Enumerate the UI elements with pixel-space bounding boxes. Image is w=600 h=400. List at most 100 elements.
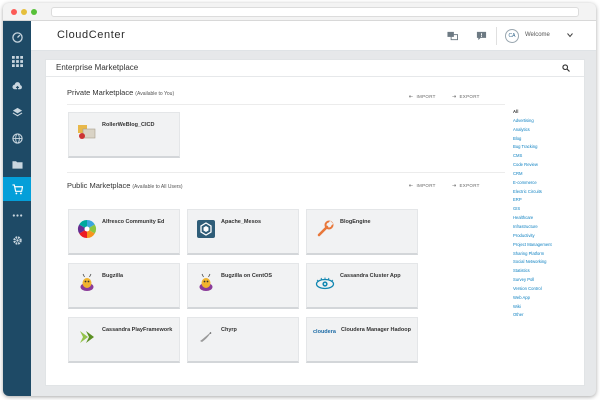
bugzilla-logo-icon xyxy=(80,273,94,291)
shopping-cart-icon xyxy=(11,183,23,194)
rollerweblog-logo-icon xyxy=(78,125,96,139)
import-label: IMPORT xyxy=(416,183,436,188)
private-marketplace-title: Private Marketplace (Available to You) xyxy=(67,88,174,97)
globe-icon xyxy=(11,132,23,144)
category-item[interactable]: Version Control xyxy=(513,285,583,294)
category-item[interactable]: Infrastructure xyxy=(513,223,583,232)
export-arrow-icon: ⇥ xyxy=(452,94,457,100)
minimize-window-button[interactable] xyxy=(21,9,27,15)
nav-more[interactable] xyxy=(3,203,31,227)
app-card-bugzilla[interactable]: Bugzilla xyxy=(68,263,180,309)
app-card-bugzilla-centos[interactable]: Bugzilla on CentOS xyxy=(187,263,299,309)
playframework-logo-icon xyxy=(80,331,94,343)
export-label: EXPORT xyxy=(459,94,480,99)
search-icon[interactable] xyxy=(562,64,570,72)
app-card-apache-mesos[interactable]: Apache_Mesos xyxy=(187,209,299,255)
category-item[interactable]: Blog xyxy=(513,135,583,144)
side-navigation xyxy=(3,21,31,396)
app-brand[interactable]: CloudCenter xyxy=(57,29,125,41)
divider xyxy=(67,104,505,105)
app-name: Cassandra PlayFramework xyxy=(102,327,173,333)
app-card-chyrp[interactable]: Chyrp xyxy=(187,317,299,363)
nav-marketplace[interactable] xyxy=(3,177,31,201)
panel-header: Enterprise Marketplace xyxy=(46,60,584,77)
app-card-blogengine[interactable]: BlogEngine xyxy=(306,209,418,255)
category-item[interactable]: Bug Tracking xyxy=(513,143,583,152)
category-item[interactable]: Other xyxy=(513,311,583,320)
category-item[interactable]: Web App xyxy=(513,294,583,303)
app-name: Apache_Mesos xyxy=(221,219,262,225)
category-filter-list: All Advertising Analytics Blog Bug Track… xyxy=(513,108,583,320)
private-import-button[interactable]: ⇤ IMPORT xyxy=(409,94,436,100)
user-avatar[interactable]: CA xyxy=(505,29,519,43)
more-dots-icon xyxy=(12,213,22,217)
speedometer-icon xyxy=(11,31,23,43)
chevron-down-icon[interactable] xyxy=(567,32,573,38)
category-item[interactable]: Advertising xyxy=(513,117,583,126)
export-arrow-icon: ⇥ xyxy=(452,183,457,189)
category-item[interactable]: Electric Circuits xyxy=(513,188,583,197)
app-name: Cassandra Cluster App xyxy=(340,273,401,279)
browser-titlebar xyxy=(3,3,596,21)
app-name: Bugzilla on CentOS xyxy=(221,273,273,279)
nav-environments[interactable] xyxy=(3,100,31,124)
app-name: RollerWeBlog_CICD xyxy=(102,122,155,128)
import-arrow-icon: ⇤ xyxy=(409,183,414,189)
header-divider xyxy=(496,27,497,45)
category-item[interactable]: Healthcare xyxy=(513,214,583,223)
category-item[interactable]: Productivity xyxy=(513,232,583,241)
category-item[interactable]: GIS xyxy=(513,205,583,214)
category-item[interactable]: Survey Poll xyxy=(513,276,583,285)
category-item[interactable]: Sharing Platform xyxy=(513,250,583,259)
blogengine-logo-icon xyxy=(317,220,334,237)
address-bar[interactable] xyxy=(51,7,579,17)
app-card-rollerweblog[interactable]: RollerWeBlog_CICD xyxy=(68,112,180,158)
category-item[interactable]: Code Review xyxy=(513,161,583,170)
top-header: CloudCenter CA Welcome xyxy=(31,21,596,51)
browser-window: CloudCenter CA Welcome Enterprise Market… xyxy=(3,3,596,396)
page-title: Enterprise Marketplace xyxy=(56,63,139,72)
welcome-text[interactable]: Welcome xyxy=(525,32,550,38)
cloud-upload-icon xyxy=(11,81,22,91)
category-all[interactable]: All xyxy=(513,108,583,117)
category-item[interactable]: ERP xyxy=(513,196,583,205)
category-item[interactable]: Project Management xyxy=(513,241,583,250)
category-item[interactable]: CRM xyxy=(513,170,583,179)
nav-admin[interactable] xyxy=(3,228,31,252)
category-item[interactable]: Social Networking xyxy=(513,258,583,267)
import-label: IMPORT xyxy=(416,94,436,99)
private-title-text: Private Marketplace xyxy=(67,88,134,97)
category-item[interactable]: E-commerce xyxy=(513,179,583,188)
category-item[interactable]: CMS xyxy=(513,152,583,161)
nav-applications[interactable] xyxy=(3,49,31,73)
nav-clouds[interactable] xyxy=(3,126,31,150)
maximize-window-button[interactable] xyxy=(31,9,37,15)
public-import-button[interactable]: ⇤ IMPORT xyxy=(409,183,436,189)
nav-deployments[interactable] xyxy=(3,74,31,98)
import-arrow-icon: ⇤ xyxy=(409,94,414,100)
category-item[interactable]: Wiki xyxy=(513,303,583,312)
category-item[interactable]: Analytics xyxy=(513,126,583,135)
close-window-button[interactable] xyxy=(11,9,17,15)
nav-repositories[interactable] xyxy=(3,152,31,176)
feedback-icon[interactable] xyxy=(476,31,487,41)
app-name: Chyrp xyxy=(221,327,237,333)
alfresco-logo-icon xyxy=(77,220,97,238)
app-name: Cloudera Manager Hadoop xyxy=(341,327,411,333)
app-card-alfresco[interactable]: Alfresco Community Ed xyxy=(68,209,180,255)
app-card-cassandra-playframework[interactable]: Cassandra PlayFramework xyxy=(68,317,180,363)
app-name: BlogEngine xyxy=(340,219,371,225)
app-card-cloudera[interactable]: cloudera Cloudera Manager Hadoop xyxy=(306,317,418,363)
bugzilla-logo-icon xyxy=(199,273,213,291)
app-card-cassandra-cluster[interactable]: Cassandra Cluster App xyxy=(306,263,418,309)
layers-icon xyxy=(12,107,22,116)
nav-dashboard[interactable] xyxy=(3,25,31,49)
private-export-button[interactable]: ⇥ EXPORT xyxy=(452,94,480,100)
app-name: Bugzilla xyxy=(102,273,124,279)
marketplace-panel: Enterprise Marketplace Private Marketpla… xyxy=(45,59,585,386)
chat-translate-icon[interactable] xyxy=(447,31,458,41)
mesos-logo-icon xyxy=(197,220,215,238)
public-subtitle: (Available to All Users) xyxy=(132,184,183,190)
public-export-button[interactable]: ⇥ EXPORT xyxy=(452,183,480,189)
category-item[interactable]: Statistics xyxy=(513,267,583,276)
